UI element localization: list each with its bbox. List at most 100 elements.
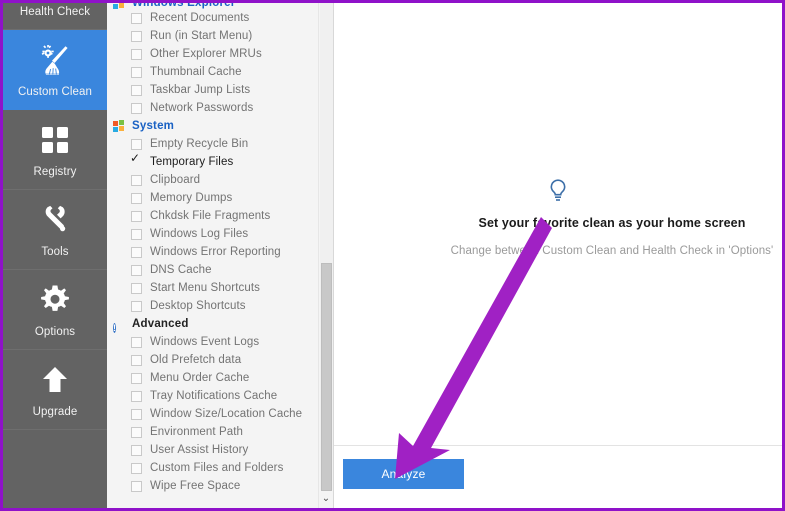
list-item[interactable]: Tray Notifications Cache <box>107 387 319 405</box>
checkbox-checked[interactable] <box>130 152 142 168</box>
list-scrollbar[interactable]: ⌄ <box>318 3 333 508</box>
list-item-label: Temporary Files <box>150 156 234 168</box>
checkbox[interactable] <box>131 138 142 150</box>
analyze-button[interactable]: Analyze <box>343 459 464 489</box>
sidebar-item-label: Custom Clean <box>17 86 93 98</box>
list-item[interactable]: Desktop Shortcuts <box>107 297 319 315</box>
sidebar-item-health-check[interactable]: Health Check <box>3 3 107 30</box>
group-label: Windows Explorer <box>132 3 236 9</box>
list-item[interactable]: Wipe Free Space <box>107 477 319 495</box>
list-item[interactable]: Custom Files and Folders <box>107 459 319 477</box>
list-item-label: Chkdsk File Fragments <box>150 210 271 222</box>
list-item[interactable]: Clipboard <box>107 171 319 189</box>
checkbox[interactable] <box>131 408 142 420</box>
checkbox[interactable] <box>131 480 142 492</box>
group-label: System <box>132 120 175 132</box>
checkbox[interactable] <box>131 12 142 24</box>
checkbox[interactable] <box>131 390 142 402</box>
list-item[interactable]: Network Passwords <box>107 99 319 117</box>
list-item-label: Desktop Shortcuts <box>150 300 246 312</box>
list-item-label: Empty Recycle Bin <box>150 138 249 150</box>
tip-subtitle: Change between Custom Clean and Health C… <box>450 245 774 257</box>
gear-icon <box>35 280 75 320</box>
list-item-label: Old Prefetch data <box>150 354 242 366</box>
list-item-label: Tray Notifications Cache <box>150 390 278 402</box>
group-label: Advanced <box>132 318 189 330</box>
checkbox[interactable] <box>131 426 142 438</box>
checkbox[interactable] <box>131 210 142 222</box>
checkbox[interactable] <box>131 66 142 78</box>
checkbox[interactable] <box>131 444 142 456</box>
list-item[interactable]: Windows Error Reporting <box>107 243 319 261</box>
ccleaner-window: Health Check Custom Clean Registry Tools… <box>0 0 785 511</box>
windows-logo-icon <box>113 119 126 133</box>
list-item-label: Recent Documents <box>150 12 250 24</box>
list-item-label: Run (in Start Menu) <box>150 30 253 42</box>
checkbox[interactable] <box>131 462 142 474</box>
list-item[interactable]: Old Prefetch data <box>107 351 319 369</box>
list-item[interactable]: Run (in Start Menu) <box>107 27 319 45</box>
list-item[interactable]: Menu Order Cache <box>107 369 319 387</box>
list-item-label: Memory Dumps <box>150 192 233 204</box>
list-item-label: Environment Path <box>150 426 244 438</box>
wrench-icon <box>35 200 75 240</box>
list-item[interactable]: DNS Cache <box>107 261 319 279</box>
list-item-label: Thumbnail Cache <box>150 66 242 78</box>
clean-items-scroll-area[interactable]: Windows Explorer Recent Documents Run (i… <box>107 3 319 508</box>
sidebar-item-custom-clean[interactable]: Custom Clean <box>3 30 107 110</box>
sidebar-item-upgrade[interactable]: Upgrade <box>3 350 107 430</box>
checkbox[interactable] <box>131 354 142 366</box>
list-item-label: Windows Event Logs <box>150 336 260 348</box>
checkbox[interactable] <box>131 336 142 348</box>
list-item[interactable]: Windows Event Logs <box>107 333 319 351</box>
windows-logo-icon <box>113 3 126 10</box>
action-bar: Analyze <box>334 446 782 508</box>
list-item-label: Wipe Free Space <box>150 480 241 492</box>
checkbox[interactable] <box>131 102 142 114</box>
list-item[interactable]: Chkdsk File Fragments <box>107 207 319 225</box>
checkbox[interactable] <box>131 282 142 294</box>
group-header-system: System <box>107 117 319 135</box>
checkbox[interactable] <box>131 192 142 204</box>
list-item-label: DNS Cache <box>150 264 212 276</box>
list-item[interactable]: Window Size/Location Cache <box>107 405 319 423</box>
list-item-label: Network Passwords <box>150 102 254 114</box>
checkbox[interactable] <box>131 246 142 258</box>
list-item-label: Window Size/Location Cache <box>150 408 303 420</box>
group-header-advanced: ! Advanced <box>107 315 319 333</box>
checkbox[interactable] <box>131 372 142 384</box>
list-item[interactable]: Other Explorer MRUs <box>107 45 319 63</box>
list-item-label: Windows Log Files <box>150 228 249 240</box>
left-sidebar: Health Check Custom Clean Registry Tools… <box>3 3 107 508</box>
checkbox[interactable] <box>131 84 142 96</box>
list-item[interactable]: User Assist History <box>107 441 319 459</box>
checkbox[interactable] <box>131 30 142 42</box>
list-item-label: User Assist History <box>150 444 249 456</box>
sidebar-item-label: Health Check <box>19 6 91 18</box>
grid-squares-icon <box>35 120 75 160</box>
checkbox[interactable] <box>131 174 142 186</box>
chevron-down-icon[interactable]: ⌄ <box>319 490 333 508</box>
tip-area: Set your favorite clean as your home scr… <box>334 3 782 446</box>
list-item[interactable]: Start Menu Shortcuts <box>107 279 319 297</box>
sidebar-item-label: Upgrade <box>32 406 78 418</box>
checkbox[interactable] <box>131 264 142 276</box>
checkbox[interactable] <box>131 300 142 312</box>
list-item[interactable]: Recent Documents <box>107 9 319 27</box>
clean-items-panel: Windows Explorer Recent Documents Run (i… <box>107 3 334 508</box>
sidebar-item-options[interactable]: Options <box>3 270 107 350</box>
list-item[interactable]: Environment Path <box>107 423 319 441</box>
broom-gear-icon <box>35 40 75 80</box>
checkbox[interactable] <box>131 228 142 240</box>
checkbox[interactable] <box>131 48 142 60</box>
main-content-panel: Set your favorite clean as your home scr… <box>334 3 782 508</box>
scrollbar-thumb[interactable] <box>321 263 332 491</box>
list-item[interactable]: Thumbnail Cache <box>107 63 319 81</box>
list-item[interactable]: Memory Dumps <box>107 189 319 207</box>
sidebar-item-tools[interactable]: Tools <box>3 190 107 270</box>
list-item[interactable]: Windows Log Files <box>107 225 319 243</box>
sidebar-filler <box>3 430 107 490</box>
list-item[interactable]: Taskbar Jump Lists <box>107 81 319 99</box>
sidebar-item-registry[interactable]: Registry <box>3 110 107 190</box>
list-item[interactable]: Temporary Files <box>107 152 319 171</box>
